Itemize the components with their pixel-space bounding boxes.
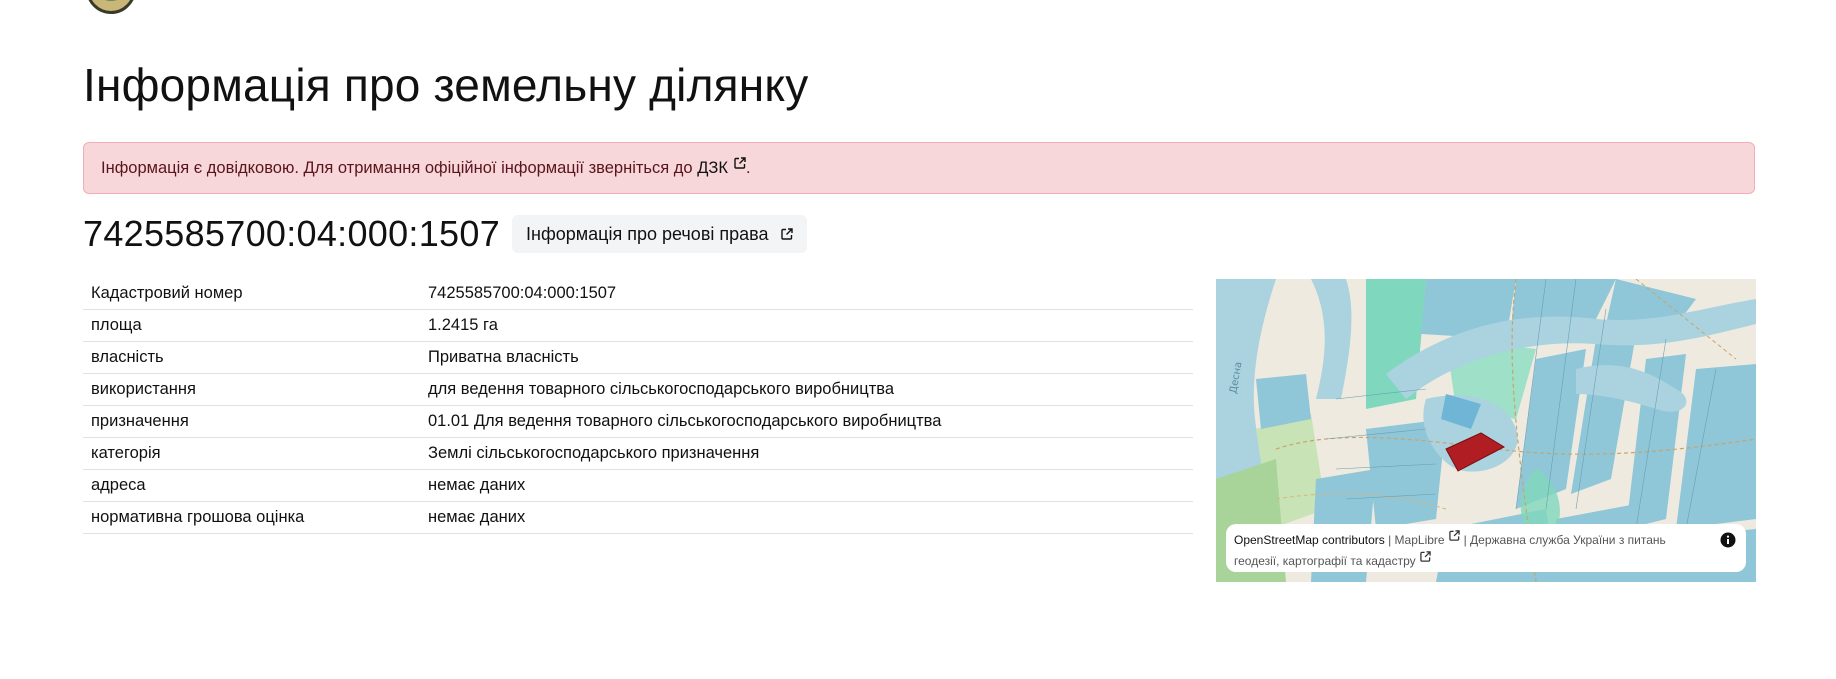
maplibre-link[interactable]: MapLibre bbox=[1395, 533, 1445, 547]
detail-key: категорія bbox=[83, 437, 420, 470]
table-row: Кадастровий номер 7425585700:04:000:1507 bbox=[83, 278, 1193, 310]
table-row: категорія Землі сільськогосподарського пр… bbox=[83, 437, 1193, 470]
detail-key: призначення bbox=[83, 405, 420, 438]
detail-value: Землі сільськогосподарського призначення bbox=[420, 437, 1193, 470]
detail-value: Приватна власність bbox=[420, 341, 1193, 374]
parcel-header: 7425585700:04:000:1507 Інформація про ре… bbox=[83, 210, 807, 258]
table-row: призначення 01.01 Для ведення товарного с… bbox=[83, 405, 1193, 438]
external-link-icon bbox=[734, 157, 746, 169]
detail-value: 7425585700:04:000:1507 bbox=[420, 278, 1193, 310]
detail-key: площа bbox=[83, 309, 420, 342]
table-row: площа 1.2415 га bbox=[83, 309, 1193, 342]
detail-value: для ведення товарного сільськогосподарсь… bbox=[420, 373, 1193, 406]
table-row: адреса немає даних bbox=[83, 469, 1193, 502]
parcel-map[interactable]: Десна OpenStreetMap contributors | MapLi… bbox=[1216, 279, 1756, 582]
table-row: нормативна грошова оцінка немає даних bbox=[83, 501, 1193, 534]
detail-key: нормативна грошова оцінка bbox=[83, 501, 420, 534]
parcel-details-table: Кадастровий номер 7425585700:04:000:1507 п… bbox=[83, 278, 1193, 534]
dzk-link[interactable]: ДЗК bbox=[697, 157, 746, 177]
table-row: використання для ведення товарного сільсь… bbox=[83, 373, 1193, 406]
property-rights-button[interactable]: Інформація про речові права bbox=[512, 215, 807, 253]
detail-key: власність bbox=[83, 341, 420, 374]
detail-value: 01.01 Для ведення товарного сільськогосп… bbox=[420, 405, 1193, 438]
info-icon[interactable] bbox=[1720, 532, 1736, 548]
detail-key: Кадастровий номер bbox=[83, 278, 420, 310]
detail-value: 1.2415 га bbox=[420, 309, 1193, 342]
disclaimer-alert: Інформація є довідковою. Для отримання о… bbox=[83, 142, 1755, 194]
detail-value: немає даних bbox=[420, 501, 1193, 534]
alert-suffix: . bbox=[745, 159, 751, 177]
external-link-icon bbox=[1448, 530, 1460, 541]
detail-value: немає даних bbox=[420, 469, 1193, 502]
map-attribution: OpenStreetMap contributors | MapLibre | Д… bbox=[1226, 524, 1746, 572]
cadastral-number-heading: 7425585700:04:000:1507 bbox=[83, 213, 501, 254]
external-link-icon bbox=[1419, 551, 1431, 562]
emblem-logo[interactable] bbox=[86, 0, 136, 14]
detail-key: використання bbox=[83, 373, 420, 406]
page-title: Інформація про земельну ділянку bbox=[83, 59, 809, 111]
alert-text: Інформація є довідковою. Для отримання о… bbox=[101, 159, 698, 177]
table-row: власність Приватна власність bbox=[83, 341, 1193, 374]
osm-attribution[interactable]: OpenStreetMap contributors bbox=[1234, 533, 1385, 547]
property-rights-label: Інформація про речові права bbox=[526, 223, 769, 244]
detail-key: адреса bbox=[83, 469, 420, 502]
external-link-icon bbox=[780, 228, 793, 240]
